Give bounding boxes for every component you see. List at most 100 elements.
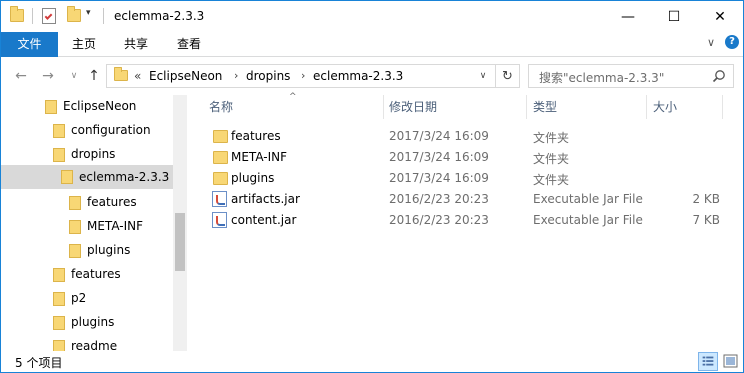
file-name: artifacts.jar — [231, 192, 300, 206]
folder-icon — [213, 130, 228, 143]
column-divider[interactable] — [383, 95, 384, 119]
column-header-size[interactable]: 大小 — [653, 95, 677, 119]
jar-file-icon — [212, 212, 227, 228]
tree-item-label: p2 — [71, 291, 87, 305]
tree-item-label: EclipseNeon — [63, 99, 137, 113]
column-header-type[interactable]: 类型 — [533, 95, 557, 119]
maximize-button[interactable]: ☐ — [651, 1, 697, 32]
breadcrumb-eclipseneon[interactable]: EclipseNeon — [149, 69, 222, 83]
tree-item-features[interactable]: features — [1, 191, 173, 213]
large-icons-view-icon[interactable] — [721, 352, 741, 371]
address-dropdown-icon[interactable]: ∨ — [475, 68, 491, 84]
tree-item-label: readme — [71, 339, 118, 351]
sort-indicator-icon: ^ — [289, 92, 297, 102]
properties-icon[interactable] — [42, 8, 56, 24]
close-button[interactable]: ✕ — [697, 1, 743, 32]
explorer-window: ▾ eclemma-2.3.3 — ☐ ✕ 文件 主页 共享 查看 ∨ ? ← … — [0, 0, 744, 373]
file-type: 文件夹 — [533, 152, 570, 166]
file-date: 2016/2/23 20:23 — [389, 213, 489, 227]
breadcrumb-dropins[interactable]: dropins — [246, 69, 290, 83]
breadcrumb-eclemma[interactable]: eclemma-2.3.3 — [313, 69, 403, 83]
tree-item-label: plugins — [87, 243, 131, 257]
file-size: 2 KB — [692, 192, 720, 206]
new-folder-icon[interactable] — [67, 6, 81, 22]
file-row[interactable]: features 2017/3/24 16:09 文件夹 — [206, 126, 726, 147]
forward-button[interactable]: → — [39, 67, 57, 85]
tree-item-label: META-INF — [87, 219, 144, 233]
file-row[interactable]: META-INF 2017/3/24 16:09 文件夹 — [206, 147, 726, 168]
up-button[interactable]: ↑ — [85, 67, 103, 85]
file-row[interactable]: content.jar 2016/2/23 20:23 Executable J… — [206, 210, 726, 231]
tab-file[interactable]: 文件 — [1, 32, 58, 57]
status-bar: 5 个项目 — [1, 351, 743, 372]
file-date: 2016/2/23 20:23 — [389, 192, 489, 206]
file-row[interactable]: plugins 2017/3/24 16:09 文件夹 — [206, 168, 726, 189]
tab-view[interactable]: 查看 — [164, 32, 214, 57]
tree-item-configuration[interactable]: configuration — [1, 119, 173, 141]
tree-item-p2[interactable]: p2 — [1, 287, 173, 309]
file-date: 2017/3/24 16:09 — [389, 129, 489, 143]
navigation-tree: EclipseNeon configuration dropins eclemm… — [1, 95, 187, 351]
folder-icon — [69, 220, 81, 234]
tab-share[interactable]: 共享 — [111, 32, 161, 57]
tree-item-meta-inf[interactable]: META-INF — [1, 215, 173, 237]
folder-icon — [53, 268, 65, 282]
address-bar[interactable]: « EclipseNeon › dropins › eclemma-2.3.3 … — [106, 64, 520, 88]
back-button[interactable]: ← — [12, 67, 30, 85]
tab-home[interactable]: 主页 — [59, 32, 109, 57]
help-icon[interactable]: ? — [725, 35, 739, 49]
ribbon-collapse-icon[interactable]: ∨ — [707, 36, 715, 49]
divider — [32, 8, 33, 24]
breadcrumb-separator[interactable]: › — [301, 69, 305, 82]
file-name: features — [231, 129, 281, 143]
item-count: 5 个项目 — [15, 356, 63, 370]
scrollbar-thumb[interactable] — [175, 213, 185, 271]
file-date: 2017/3/24 16:09 — [389, 150, 489, 164]
tree-item-plugins[interactable]: plugins — [1, 311, 173, 333]
column-divider[interactable] — [526, 95, 527, 119]
details-view-icon[interactable] — [698, 352, 718, 371]
folder-icon — [53, 124, 65, 138]
tree-item-features[interactable]: features — [1, 263, 173, 285]
refresh-button[interactable]: ↻ — [495, 65, 519, 87]
file-type: 文件夹 — [533, 173, 570, 187]
folder-icon — [213, 151, 228, 164]
tree-item-label: configuration — [71, 123, 151, 137]
folder-icon — [213, 172, 228, 185]
file-row[interactable]: artifacts.jar 2016/2/23 20:23 Executable… — [206, 189, 726, 210]
folder-icon — [53, 292, 65, 306]
tree-item-label: eclemma-2.3.3 — [79, 170, 170, 184]
file-size: 7 KB — [692, 213, 720, 227]
file-list: 名称 ^ 修改日期 类型 大小 features 2017/3/24 16:09… — [187, 92, 743, 351]
file-name: META-INF — [231, 150, 288, 164]
search-box[interactable]: 搜索"eclemma-2.3.3" — [528, 64, 734, 88]
folder-icon — [45, 100, 57, 114]
recent-locations-button[interactable]: ∨ — [65, 67, 83, 85]
column-header-name[interactable]: 名称 — [209, 95, 233, 119]
file-date: 2017/3/24 16:09 — [389, 171, 489, 185]
file-name: plugins — [231, 171, 275, 185]
file-type: Executable Jar File — [533, 213, 643, 227]
minimize-button[interactable]: — — [605, 1, 651, 32]
breadcrumb-separator[interactable]: › — [234, 69, 238, 82]
file-type: Executable Jar File — [533, 192, 643, 206]
column-header-date[interactable]: 修改日期 — [389, 95, 437, 119]
tree-item-eclipseneon[interactable]: EclipseNeon — [1, 95, 173, 117]
tree-item-dropins[interactable]: dropins — [1, 143, 173, 165]
breadcrumb-overflow[interactable]: « — [134, 69, 141, 83]
folder-icon — [10, 6, 24, 22]
tree-item-readme[interactable]: readme — [1, 335, 173, 351]
tree-item-plugins[interactable]: plugins — [1, 239, 173, 261]
navigation-bar: ← → ∨ ↑ « EclipseNeon › dropins › eclemm… — [1, 58, 743, 94]
tree-item-label: dropins — [71, 147, 116, 161]
folder-icon — [61, 170, 73, 184]
column-divider[interactable] — [646, 95, 647, 119]
tree-scrollbar[interactable] — [173, 95, 187, 351]
qat-customize-icon[interactable]: ▾ — [86, 8, 91, 18]
tree-item-eclemma[interactable]: eclemma-2.3.3 — [1, 165, 173, 189]
search-icon[interactable] — [712, 69, 726, 83]
folder-icon — [53, 148, 65, 162]
tree-item-label: features — [71, 267, 121, 281]
column-divider[interactable] — [722, 95, 723, 119]
search-input[interactable]: 搜索"eclemma-2.3.3" — [539, 69, 664, 86]
